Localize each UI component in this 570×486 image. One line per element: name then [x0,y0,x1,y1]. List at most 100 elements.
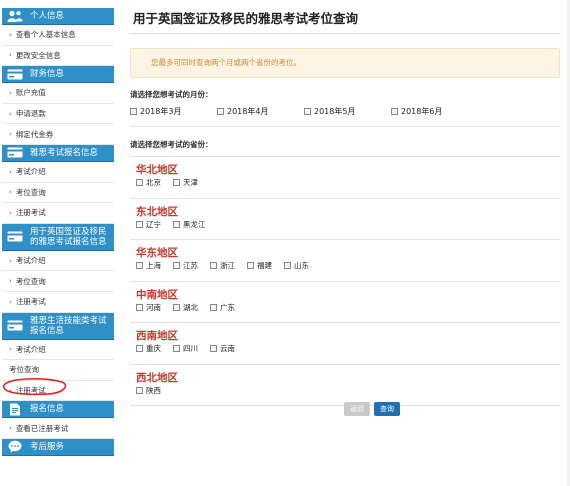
province-checkbox[interactable] [173,303,180,311]
province-checkbox[interactable] [210,303,217,311]
sidebar-section-header[interactable]: 考后服务 [2,438,114,456]
province-checkbox[interactable] [173,345,180,352]
province-option[interactable]: 黑龙江 [173,219,206,230]
sidebar-section-title: 雅思生活技能类考试报名信息 [30,315,107,336]
sidebar-section-header[interactable]: 报名信息 [2,401,114,419]
sidebar-section-header[interactable]: 用于英国签证及移民的雅思考试报名信息 [2,223,114,251]
sidebar-item[interactable]: › 考位查询 [2,182,114,204]
month-option[interactable]: 2018年6月 [391,106,478,117]
province-checkbox[interactable] [136,262,143,269]
sidebar-item-label: 绑定代金券 [15,129,54,139]
card-icon [6,320,24,332]
province-option[interactable]: 陕西 [136,385,161,396]
sidebar-item-label: 考位查询 [9,365,39,375]
sidebar-section-title: 个人信息 [30,11,65,21]
province-checkbox[interactable] [136,345,143,352]
province-checkbox[interactable] [210,345,217,352]
query-button[interactable]: 查询 [374,402,400,416]
month-option[interactable]: 2018年4月 [217,106,304,117]
month-checkbox[interactable] [391,107,398,115]
region-group: 中南地区 河南 湖北 广东 [130,282,560,323]
province-options: 北京 天津 [130,177,560,188]
sidebar-item-label: 考位查询 [15,187,46,197]
month-label: 2018年6月 [401,106,443,116]
province-option[interactable]: 云南 [210,343,235,354]
sidebar-item-label: 申请退款 [15,109,46,119]
province-label: 四川 [183,344,198,353]
card-icon [6,231,24,243]
sidebar-section-header[interactable]: 雅思考试报名信息 [2,144,114,162]
province-checkbox[interactable] [173,179,180,186]
province-option[interactable]: 浙江 [210,260,235,271]
province-option[interactable]: 山东 [284,260,309,271]
province-checkbox[interactable] [173,262,180,269]
month-checkbox[interactable] [304,107,311,115]
sidebar-section-header[interactable]: 个人信息 [2,8,114,25]
province-option[interactable]: 天津 [173,177,198,188]
province-checkbox[interactable] [210,262,217,269]
sidebar-item-label: 考位查询 [15,276,46,286]
province-label: 黑龙江 [183,219,206,229]
back-button[interactable]: 返回 [344,402,370,416]
month-checkbox[interactable] [130,107,137,115]
region-name: 东北地区 [136,205,178,218]
sidebar-item[interactable]: › 申请退款 [2,103,114,125]
sidebar-item[interactable]: › 账户充值 [2,83,114,104]
province-question: 请选择您想考试的省份： [130,140,213,149]
sidebar-section-title: 财务信息 [30,69,65,80]
sidebar-item[interactable]: › 更改安全信息 [2,45,114,67]
chevron-right-icon: › [9,424,12,433]
sidebar-item[interactable]: › 查看个人基本信息 [2,25,114,46]
sidebar-item[interactable]: › 绑定代金券 [2,124,114,145]
page-title: 用于英国签证及移民的雅思考试考位查询 [133,11,359,26]
month-checkbox[interactable] [217,107,224,115]
province-checkbox[interactable] [284,262,291,269]
main-panel: 用于英国签证及移民的雅思考试考位查询 您最多可同时查询两个月或两个省份的考位。 … [130,8,560,406]
chevron-right-icon: › [9,345,12,354]
province-option[interactable]: 江苏 [173,260,198,271]
province-option[interactable]: 重庆 [136,343,161,354]
province-checkbox[interactable] [136,220,143,228]
sidebar-section-header[interactable]: 财务信息 [2,66,114,84]
province-options: 重庆 四川 云南 [130,343,560,354]
chevron-right-icon: › [9,297,12,306]
sidebar-item[interactable]: › 注册考试 [2,291,114,313]
sidebar-item[interactable]: › 考试介绍 [2,161,114,183]
province-options: 辽宁 黑龙江 [130,219,560,230]
province-checkbox[interactable] [136,303,143,311]
province-option[interactable]: 广东 [210,302,235,313]
province-label: 上海 [146,261,161,270]
sidebar-item[interactable]: › 考试介绍 [2,250,114,272]
province-label: 辽宁 [146,219,161,229]
sidebar-item-label: 考试介绍 [15,344,46,354]
province-label: 湖北 [183,302,198,312]
province-checkbox[interactable] [136,386,143,394]
province-option[interactable]: 湖北 [173,302,198,313]
month-option[interactable]: 2018年5月 [304,106,391,117]
region-name: 中南地区 [136,288,178,301]
province-label: 重庆 [146,344,161,353]
province-option[interactable]: 四川 [173,343,198,354]
province-option[interactable]: 福建 [247,260,272,271]
sidebar-item[interactable]: › 考试介绍 [2,339,114,361]
month-option[interactable]: 2018年3月 [130,106,217,117]
notice-banner: 您最多可同时查询两个月或两个省份的考位。 [130,48,560,78]
province-checkbox[interactable] [247,262,254,269]
province-option[interactable]: 北京 [136,177,161,188]
sidebar-section-header[interactable]: 雅思生活技能类考试报名信息 [2,312,114,340]
province-checkbox[interactable] [136,179,143,186]
sidebar-item[interactable]: › 考位查询 [2,271,114,292]
action-buttons: 返回 查询 [344,402,404,416]
sidebar-item[interactable]: › 注册考试 [2,203,114,224]
province-checkbox[interactable] [173,220,180,228]
sidebar-item[interactable]: › 查看已注册考试 [2,418,114,439]
province-option[interactable]: 上海 [136,260,161,271]
province-label: 天津 [183,178,198,187]
province-option[interactable]: 辽宁 [136,219,161,230]
chevron-right-icon: › [9,30,12,39]
province-option[interactable]: 河南 [136,302,161,313]
chevron-right-icon: › [9,256,12,265]
card-icon [6,68,24,80]
sidebar-item-label: 查看已注册考试 [15,423,69,433]
divider [130,126,560,127]
